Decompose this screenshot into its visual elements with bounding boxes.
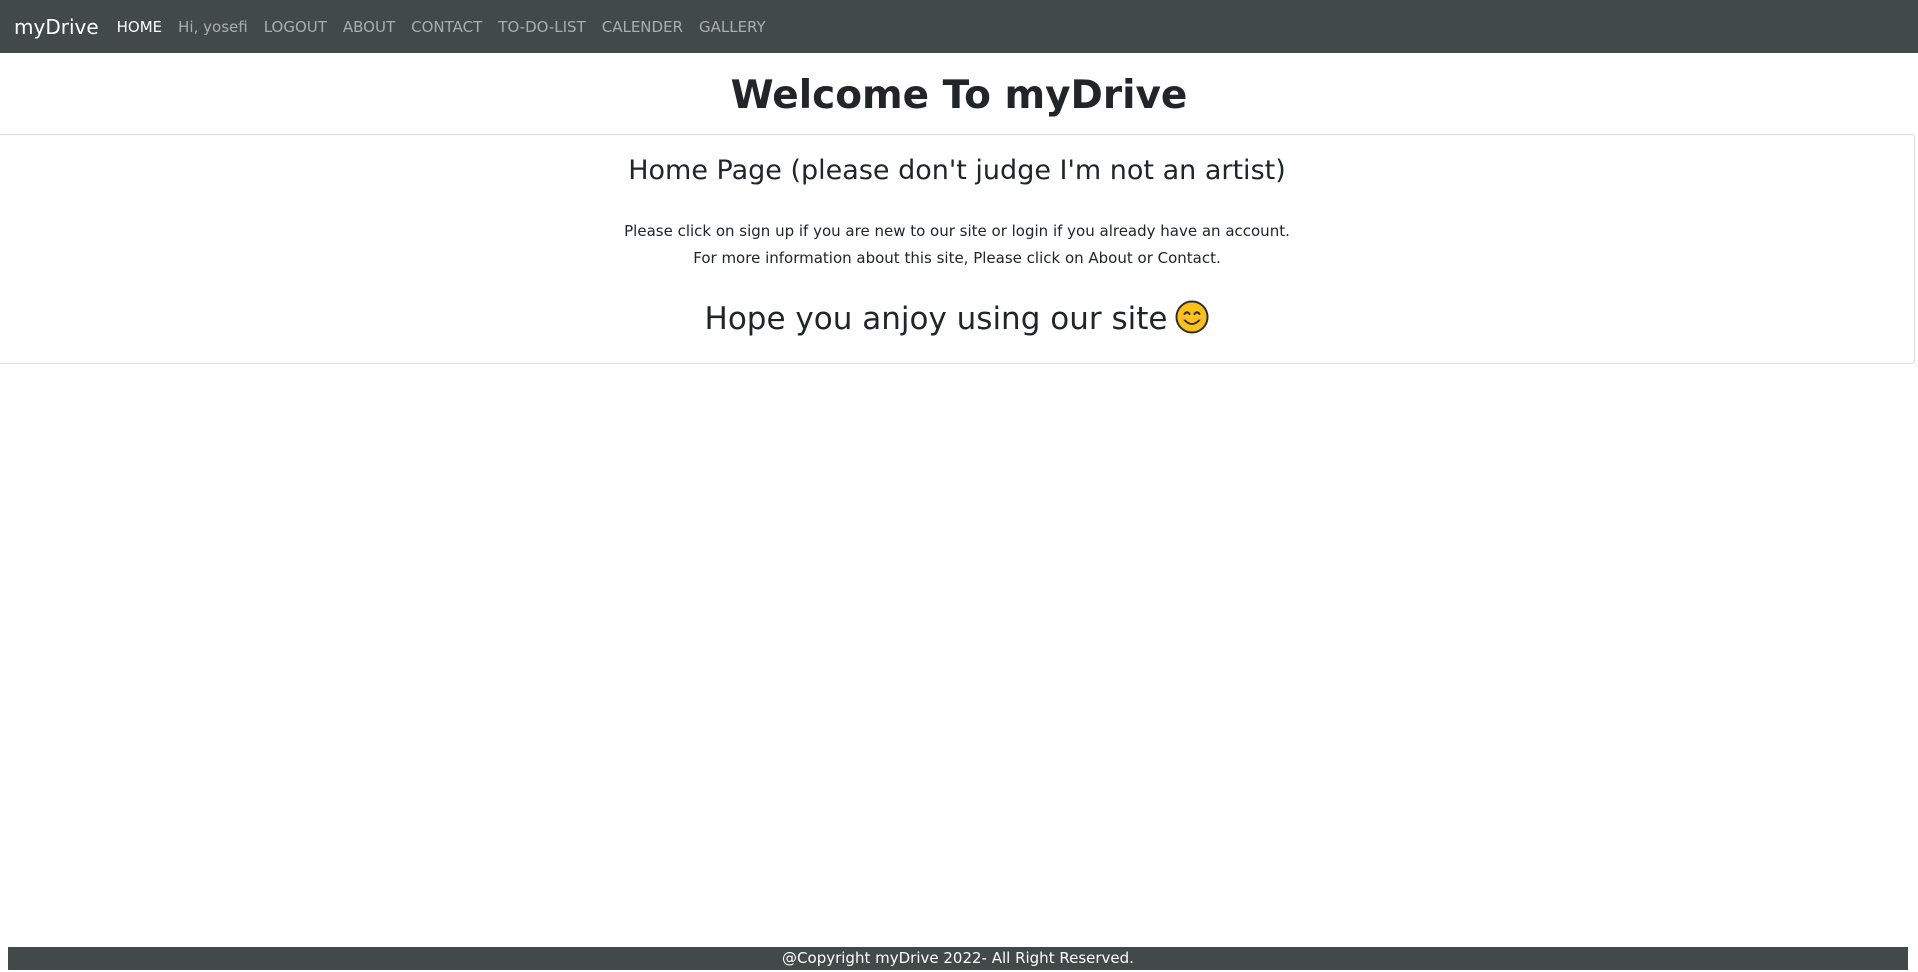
nav-item-logout[interactable]: LOGOUT	[256, 18, 335, 36]
card-text-signup: Please click on sign up if you are new t…	[624, 222, 1290, 240]
card-closing-text: Hope you anjoy using our site	[704, 301, 1168, 337]
card-text-info: For more information about this site, Pl…	[693, 249, 1221, 267]
nav-item-home[interactable]: HOME	[109, 18, 171, 36]
top-navbar: myDrive HOME Hi, yosefi LOGOUT ABOUT CON…	[0, 0, 1918, 53]
nav-item-contact[interactable]: CONTACT	[403, 18, 490, 36]
nav-links: HOME Hi, yosefi LOGOUT ABOUT CONTACT TO-…	[109, 18, 774, 36]
nav-item-calender[interactable]: CALENDER	[594, 18, 691, 36]
nav-item-greeting[interactable]: Hi, yosefi	[170, 18, 256, 36]
copyright-text: @Copyright myDrive 2022- All Right Reser…	[782, 949, 1134, 967]
page-footer: @Copyright myDrive 2022- All Right Reser…	[8, 947, 1908, 970]
home-card: Home Page (please don't judge I'm not an…	[0, 134, 1915, 364]
nav-item-todo-list[interactable]: TO-DO-LIST	[490, 18, 593, 36]
brand-link[interactable]: myDrive	[14, 15, 99, 39]
card-heading: Home Page (please don't judge I'm not an…	[628, 155, 1286, 186]
nav-item-gallery[interactable]: GALLERY	[691, 18, 774, 36]
smiling-face-icon	[1175, 300, 1209, 334]
card-closing: Hope you anjoy using our site	[0, 299, 1914, 339]
page-title: Welcome To myDrive	[730, 73, 1188, 118]
nav-item-about[interactable]: ABOUT	[335, 18, 403, 36]
